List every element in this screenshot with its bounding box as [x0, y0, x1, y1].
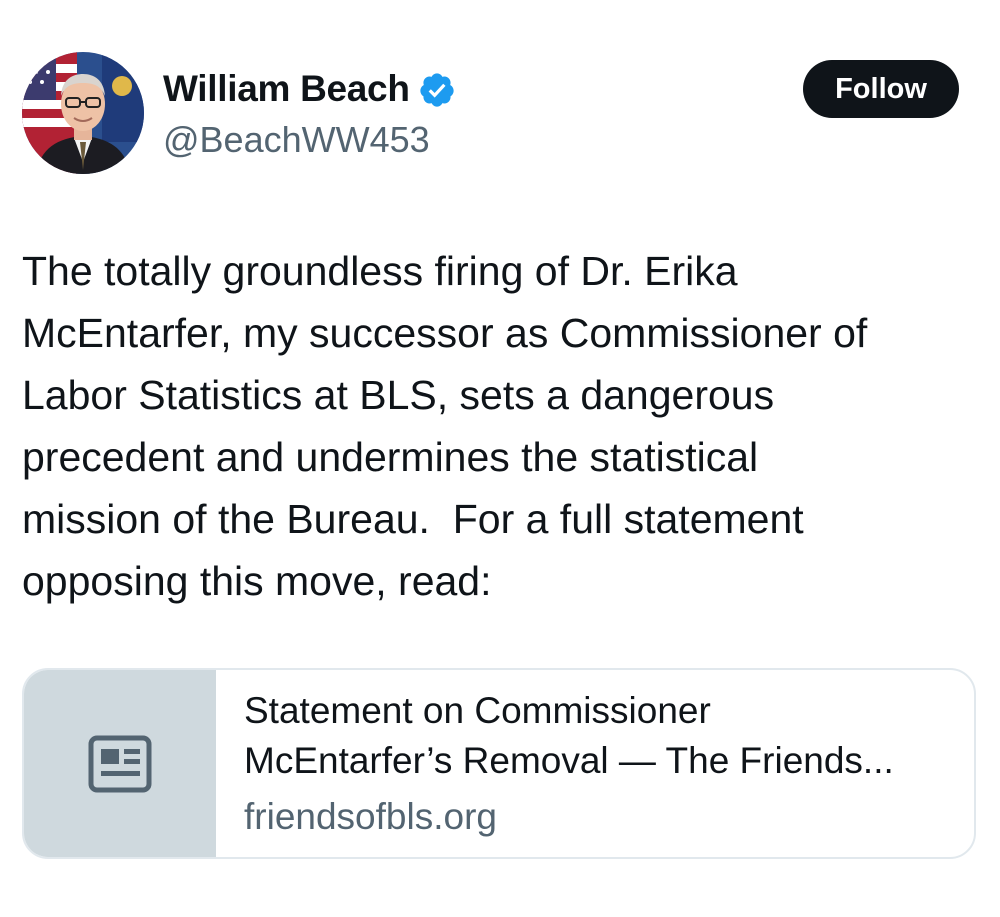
author-handle[interactable]: @BeachWW453 [163, 117, 430, 163]
follow-button[interactable]: Follow [803, 60, 959, 118]
link-preview-card[interactable]: Statement on Commissioner McEntarfer’s R… [22, 668, 976, 859]
profile-photo-icon [22, 52, 144, 174]
card-title-line-1[interactable]: Statement on Commissioner [244, 686, 894, 736]
avatar[interactable] [22, 52, 144, 174]
card-body[interactable]: Statement on Commissioner McEntarfer’s R… [216, 670, 894, 857]
author-display-name[interactable]: William Beach [163, 66, 410, 112]
card-title-line-2[interactable]: McEntarfer’s Removal — The Friends... [244, 736, 894, 786]
author-name[interactable]: William Beach [163, 66, 456, 112]
tweet-text: The totally groundless firing of Dr. Eri… [22, 248, 868, 604]
verified-badge-icon [420, 73, 454, 107]
card-domain[interactable]: friendsofbls.org [244, 792, 894, 842]
article-icon [88, 735, 152, 792]
card-thumbnail [24, 670, 216, 857]
